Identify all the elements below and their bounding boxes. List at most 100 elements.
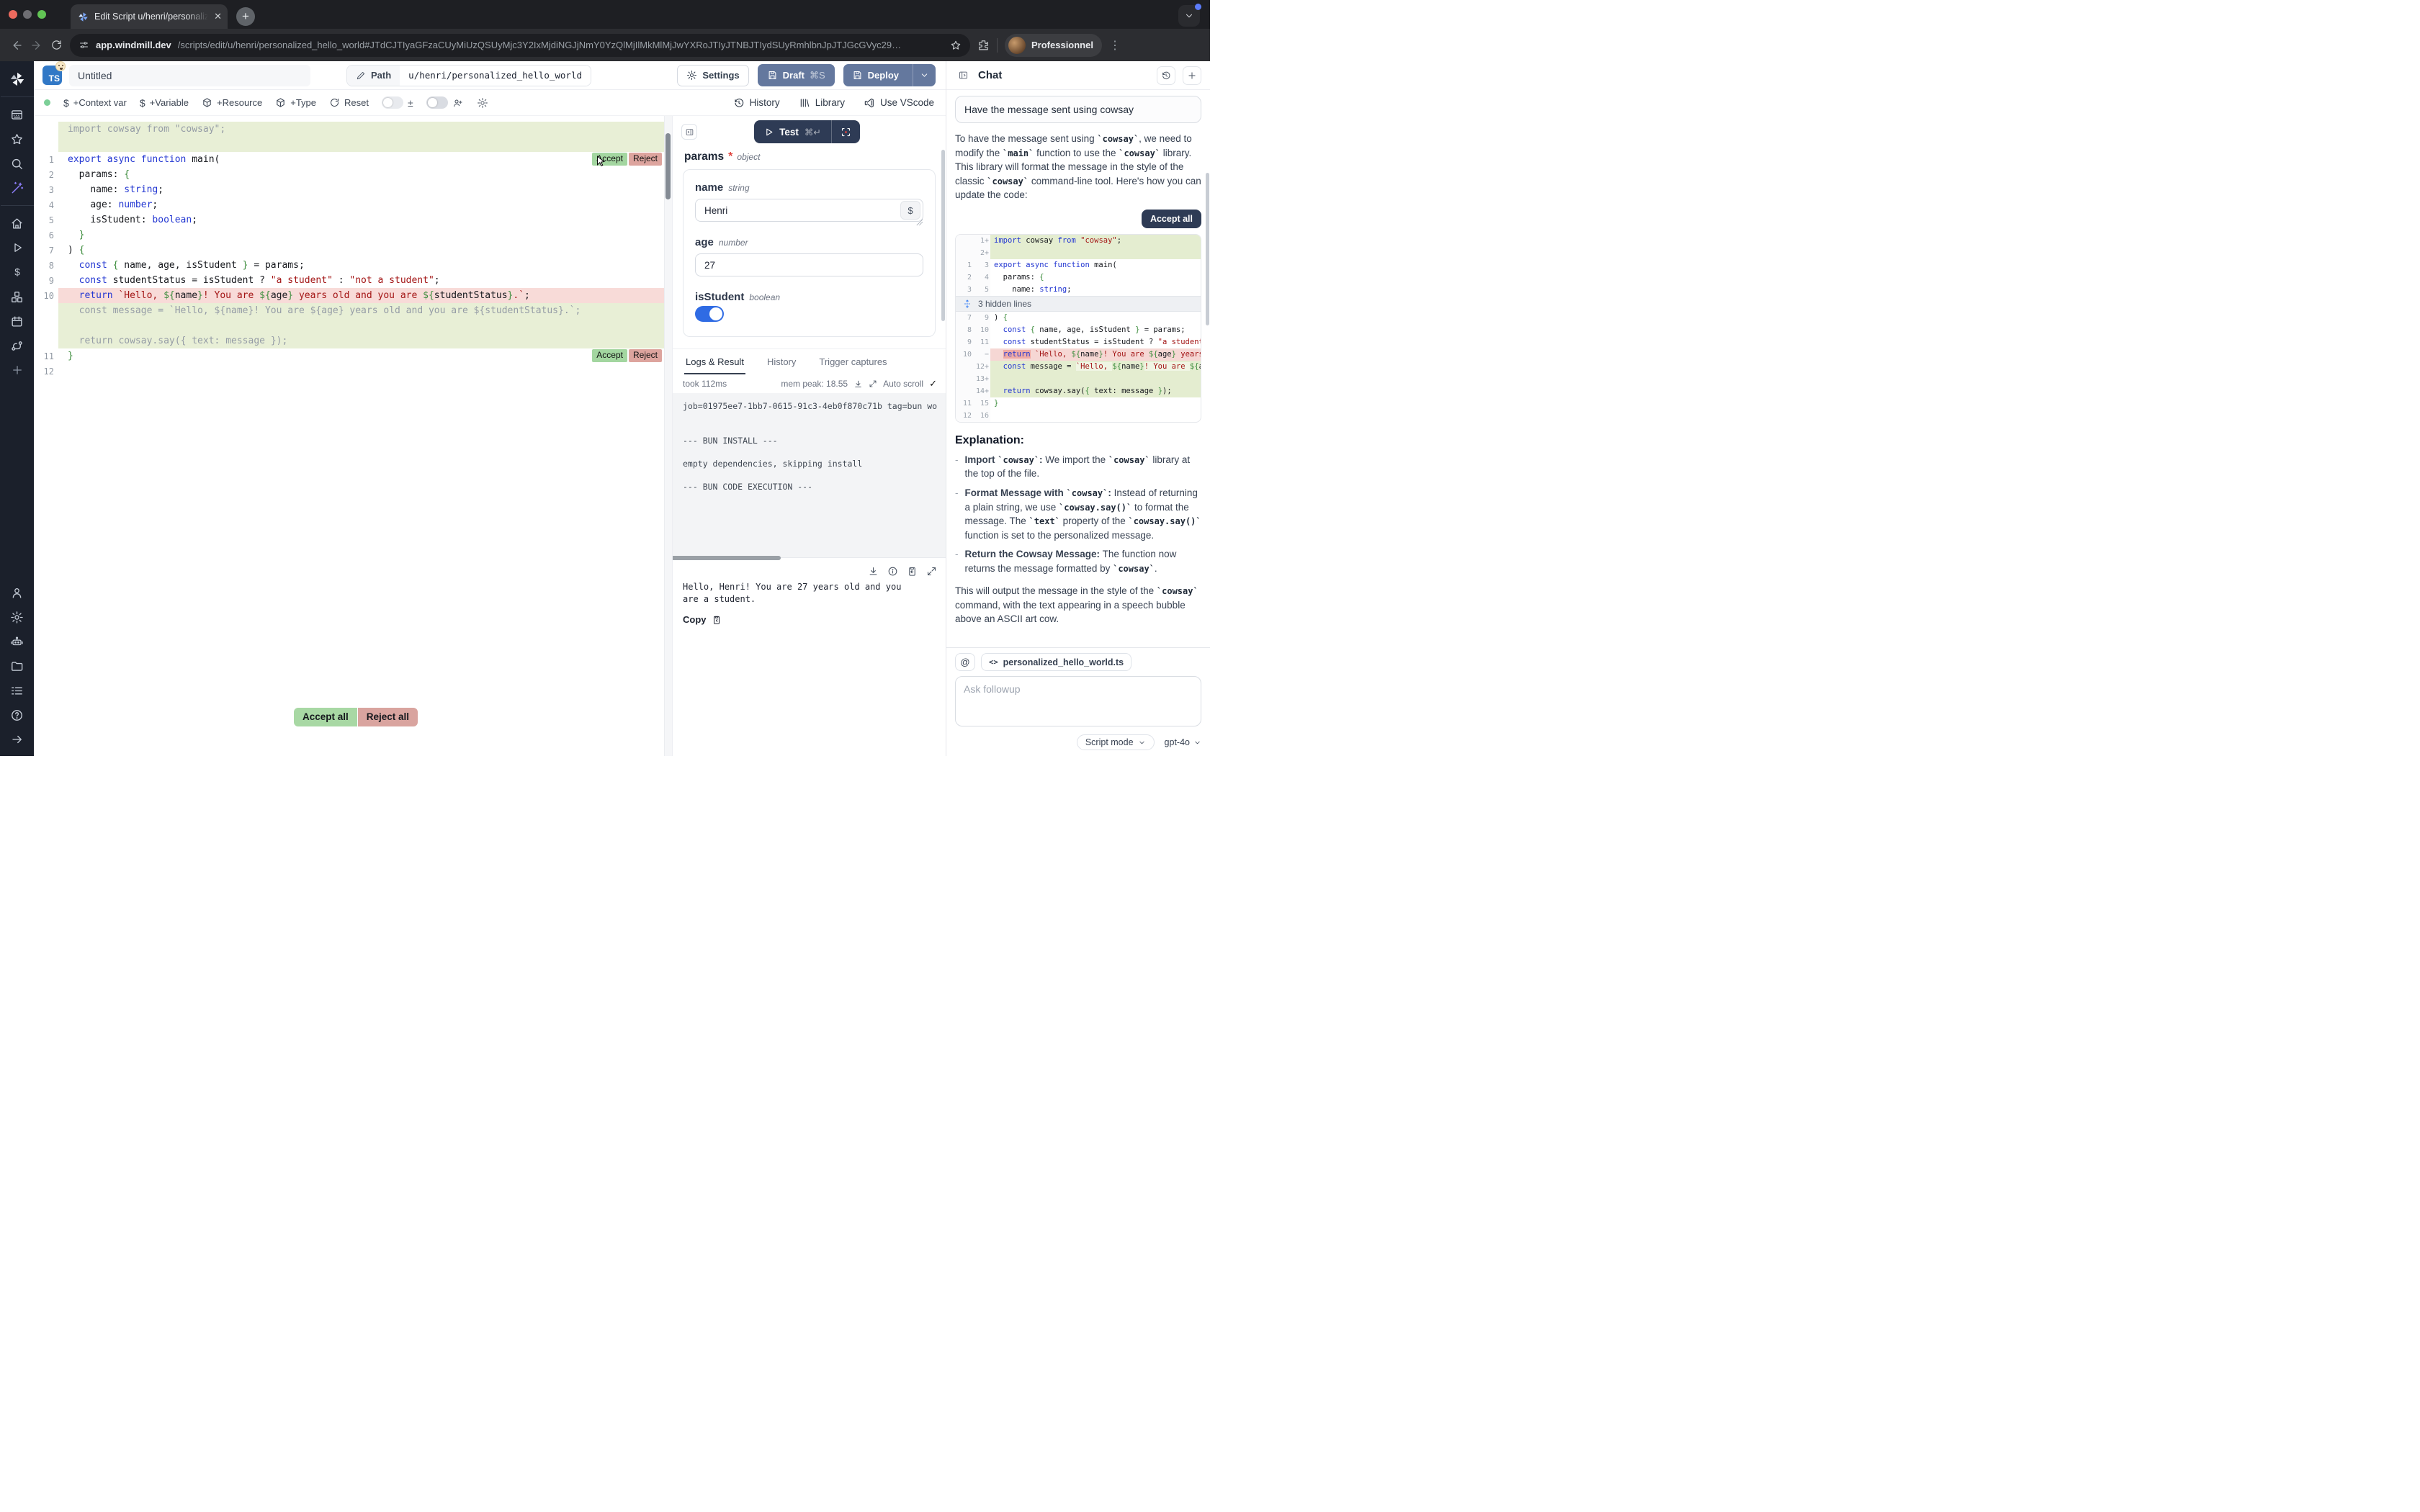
panel-collapse-icon[interactable] xyxy=(955,68,971,84)
tab-logs-result[interactable]: Logs & Result xyxy=(684,349,745,374)
accept-button[interactable]: Accept xyxy=(592,349,627,362)
clipboard-icon[interactable] xyxy=(907,566,918,577)
editor-settings-button[interactable] xyxy=(477,97,488,109)
code-line[interactable]: } xyxy=(58,228,664,243)
reload-icon[interactable] xyxy=(50,39,63,51)
editor-line[interactable]: const message = `Hello, ${name}! You are… xyxy=(34,303,672,318)
log-output[interactable]: job=01975ee7-1bb7-0615-91c3-4eb0f870c71b… xyxy=(673,393,946,557)
sidebar-item-routes[interactable] xyxy=(5,335,30,356)
code-line[interactable]: return cowsay.say({ text: message }); xyxy=(58,333,664,348)
code-line[interactable]: return `Hello, ${name}! You are ${age} y… xyxy=(58,288,664,303)
editor-line[interactable]: 9 const studentStatus = isStudent ? "a s… xyxy=(34,273,672,288)
settings-gear-icon[interactable] xyxy=(5,606,30,628)
accept-all-button[interactable]: Accept all xyxy=(294,708,357,726)
history-button[interactable]: History xyxy=(733,97,780,109)
editor-line[interactable]: 7) { xyxy=(34,243,672,258)
site-info-icon[interactable] xyxy=(79,40,89,50)
reject-all-button[interactable]: Reject all xyxy=(358,708,418,726)
age-field[interactable] xyxy=(695,253,923,276)
chat-accept-all-button[interactable]: Accept all xyxy=(1142,210,1201,228)
hidden-lines-expander[interactable]: 3 hidden lines xyxy=(956,296,1201,312)
zoom-window-button[interactable] xyxy=(37,10,46,19)
back-icon[interactable] xyxy=(10,39,23,52)
resize-handle[interactable] xyxy=(916,219,923,225)
editor-line[interactable]: 3 name: string; xyxy=(34,182,672,197)
editor-scrollbar[interactable] xyxy=(664,116,672,756)
followup-input[interactable] xyxy=(955,676,1201,726)
sidebar-item-runs[interactable] xyxy=(5,237,30,258)
diff-toggle[interactable]: ± xyxy=(382,96,413,109)
reject-button[interactable]: Reject xyxy=(629,153,662,166)
code-line[interactable]: const { name, age, isStudent } = params; xyxy=(58,258,664,273)
new-chat-button[interactable] xyxy=(1183,66,1201,85)
download-icon[interactable] xyxy=(868,566,879,577)
minimize-window-button[interactable] xyxy=(23,10,32,19)
test-button[interactable]: Test ⌘↵ xyxy=(754,120,831,143)
scrollbar-thumb[interactable] xyxy=(666,133,671,199)
editor-line[interactable] xyxy=(34,137,672,152)
add-resource-button[interactable]: +Resource xyxy=(202,97,262,108)
tab-trigger-captures[interactable]: Trigger captures xyxy=(817,349,888,374)
editor-line[interactable]: return cowsay.say({ text: message }); xyxy=(34,333,672,348)
help-icon[interactable] xyxy=(5,704,30,726)
sidebar-item-variables[interactable]: $ xyxy=(5,261,30,283)
kebab-menu-icon[interactable]: ⋮ xyxy=(1109,38,1121,53)
drag-handle[interactable] xyxy=(673,556,781,560)
code-line[interactable]: ) { xyxy=(58,243,664,258)
tab-search-button[interactable] xyxy=(1178,5,1200,27)
code-line[interactable]: export async function main( xyxy=(58,152,664,167)
code-editor[interactable]: import cowsay from "cowsay";1export asyn… xyxy=(34,116,672,756)
model-select[interactable]: gpt-4o xyxy=(1165,737,1201,747)
copy-result-button[interactable]: Copy xyxy=(683,614,937,625)
close-tab-icon[interactable]: ✕ xyxy=(214,11,222,22)
use-vscode-button[interactable]: Use VScode xyxy=(864,97,934,109)
code-line[interactable]: const message = `Hello, ${name}! You are… xyxy=(58,303,664,318)
chat-messages[interactable]: Have the message sent using cowsay To ha… xyxy=(946,90,1210,647)
code-line[interactable]: age: number; xyxy=(58,197,664,212)
editor-line[interactable]: 8 const { name, age, isStudent } = param… xyxy=(34,258,672,273)
chat-history-button[interactable] xyxy=(1157,66,1175,85)
sidebar-item-user[interactable] xyxy=(5,582,30,603)
profile-button[interactable]: Professionnel xyxy=(1005,34,1102,57)
autoscroll-label[interactable]: Auto scroll xyxy=(883,379,923,389)
address-bar[interactable]: app.windmill.dev /scripts/edit/u/henri/p… xyxy=(70,34,970,57)
draft-button[interactable]: Draft ⌘S xyxy=(758,64,835,86)
add-plus-icon[interactable] xyxy=(5,359,30,381)
expand-arrow-icon[interactable] xyxy=(5,729,30,750)
variable-picker-button[interactable]: $ xyxy=(900,201,920,220)
sidebar-item-schedules[interactable] xyxy=(5,310,30,332)
close-window-button[interactable] xyxy=(9,10,17,19)
context-file-chip[interactable]: <> personalized_hello_world.ts xyxy=(981,653,1131,671)
fullscreen-icon[interactable] xyxy=(926,566,937,577)
script-summary-input[interactable]: Untitled xyxy=(69,65,310,86)
bookmark-star-icon[interactable] xyxy=(950,40,962,51)
editor-line[interactable]: 4 age: number; xyxy=(34,197,672,212)
tab-history[interactable]: History xyxy=(766,349,797,374)
deploy-button[interactable]: Deploy xyxy=(843,64,936,86)
sidebar-item-apps[interactable] xyxy=(5,104,30,125)
add-context-var-button[interactable]: $+Context var xyxy=(63,97,127,109)
search-icon[interactable] xyxy=(5,153,30,174)
capture-target-button[interactable] xyxy=(831,120,860,143)
isstudent-toggle[interactable] xyxy=(695,306,724,322)
runpanel-scrollbar-thumb[interactable] xyxy=(941,150,945,321)
editor-line[interactable]: 6 } xyxy=(34,228,672,243)
logs-list-icon[interactable] xyxy=(5,680,30,701)
code-line[interactable]: params: { xyxy=(58,167,664,182)
name-field[interactable] xyxy=(695,199,923,222)
deploy-dropdown[interactable] xyxy=(913,64,936,86)
expand-icon[interactable] xyxy=(869,379,877,388)
mode-select[interactable]: Script mode xyxy=(1077,734,1155,750)
new-tab-button[interactable]: + xyxy=(236,7,255,26)
browser-tab[interactable]: Edit Script u/henri/personalize ✕ xyxy=(71,4,228,29)
code-line[interactable] xyxy=(58,364,664,379)
sidebar-item-resources[interactable] xyxy=(5,286,30,307)
windmill-logo[interactable] xyxy=(5,68,30,90)
sidebar-item-home[interactable] xyxy=(5,212,30,234)
add-variable-button[interactable]: $+Variable xyxy=(140,97,189,109)
settings-button[interactable]: Settings xyxy=(677,65,748,86)
ai-wand-icon[interactable] xyxy=(5,177,30,199)
code-line[interactable] xyxy=(58,137,664,152)
code-line[interactable]: import cowsay from "cowsay"; xyxy=(58,122,664,137)
code-line[interactable]: const studentStatus = isStudent ? "a stu… xyxy=(58,273,664,288)
